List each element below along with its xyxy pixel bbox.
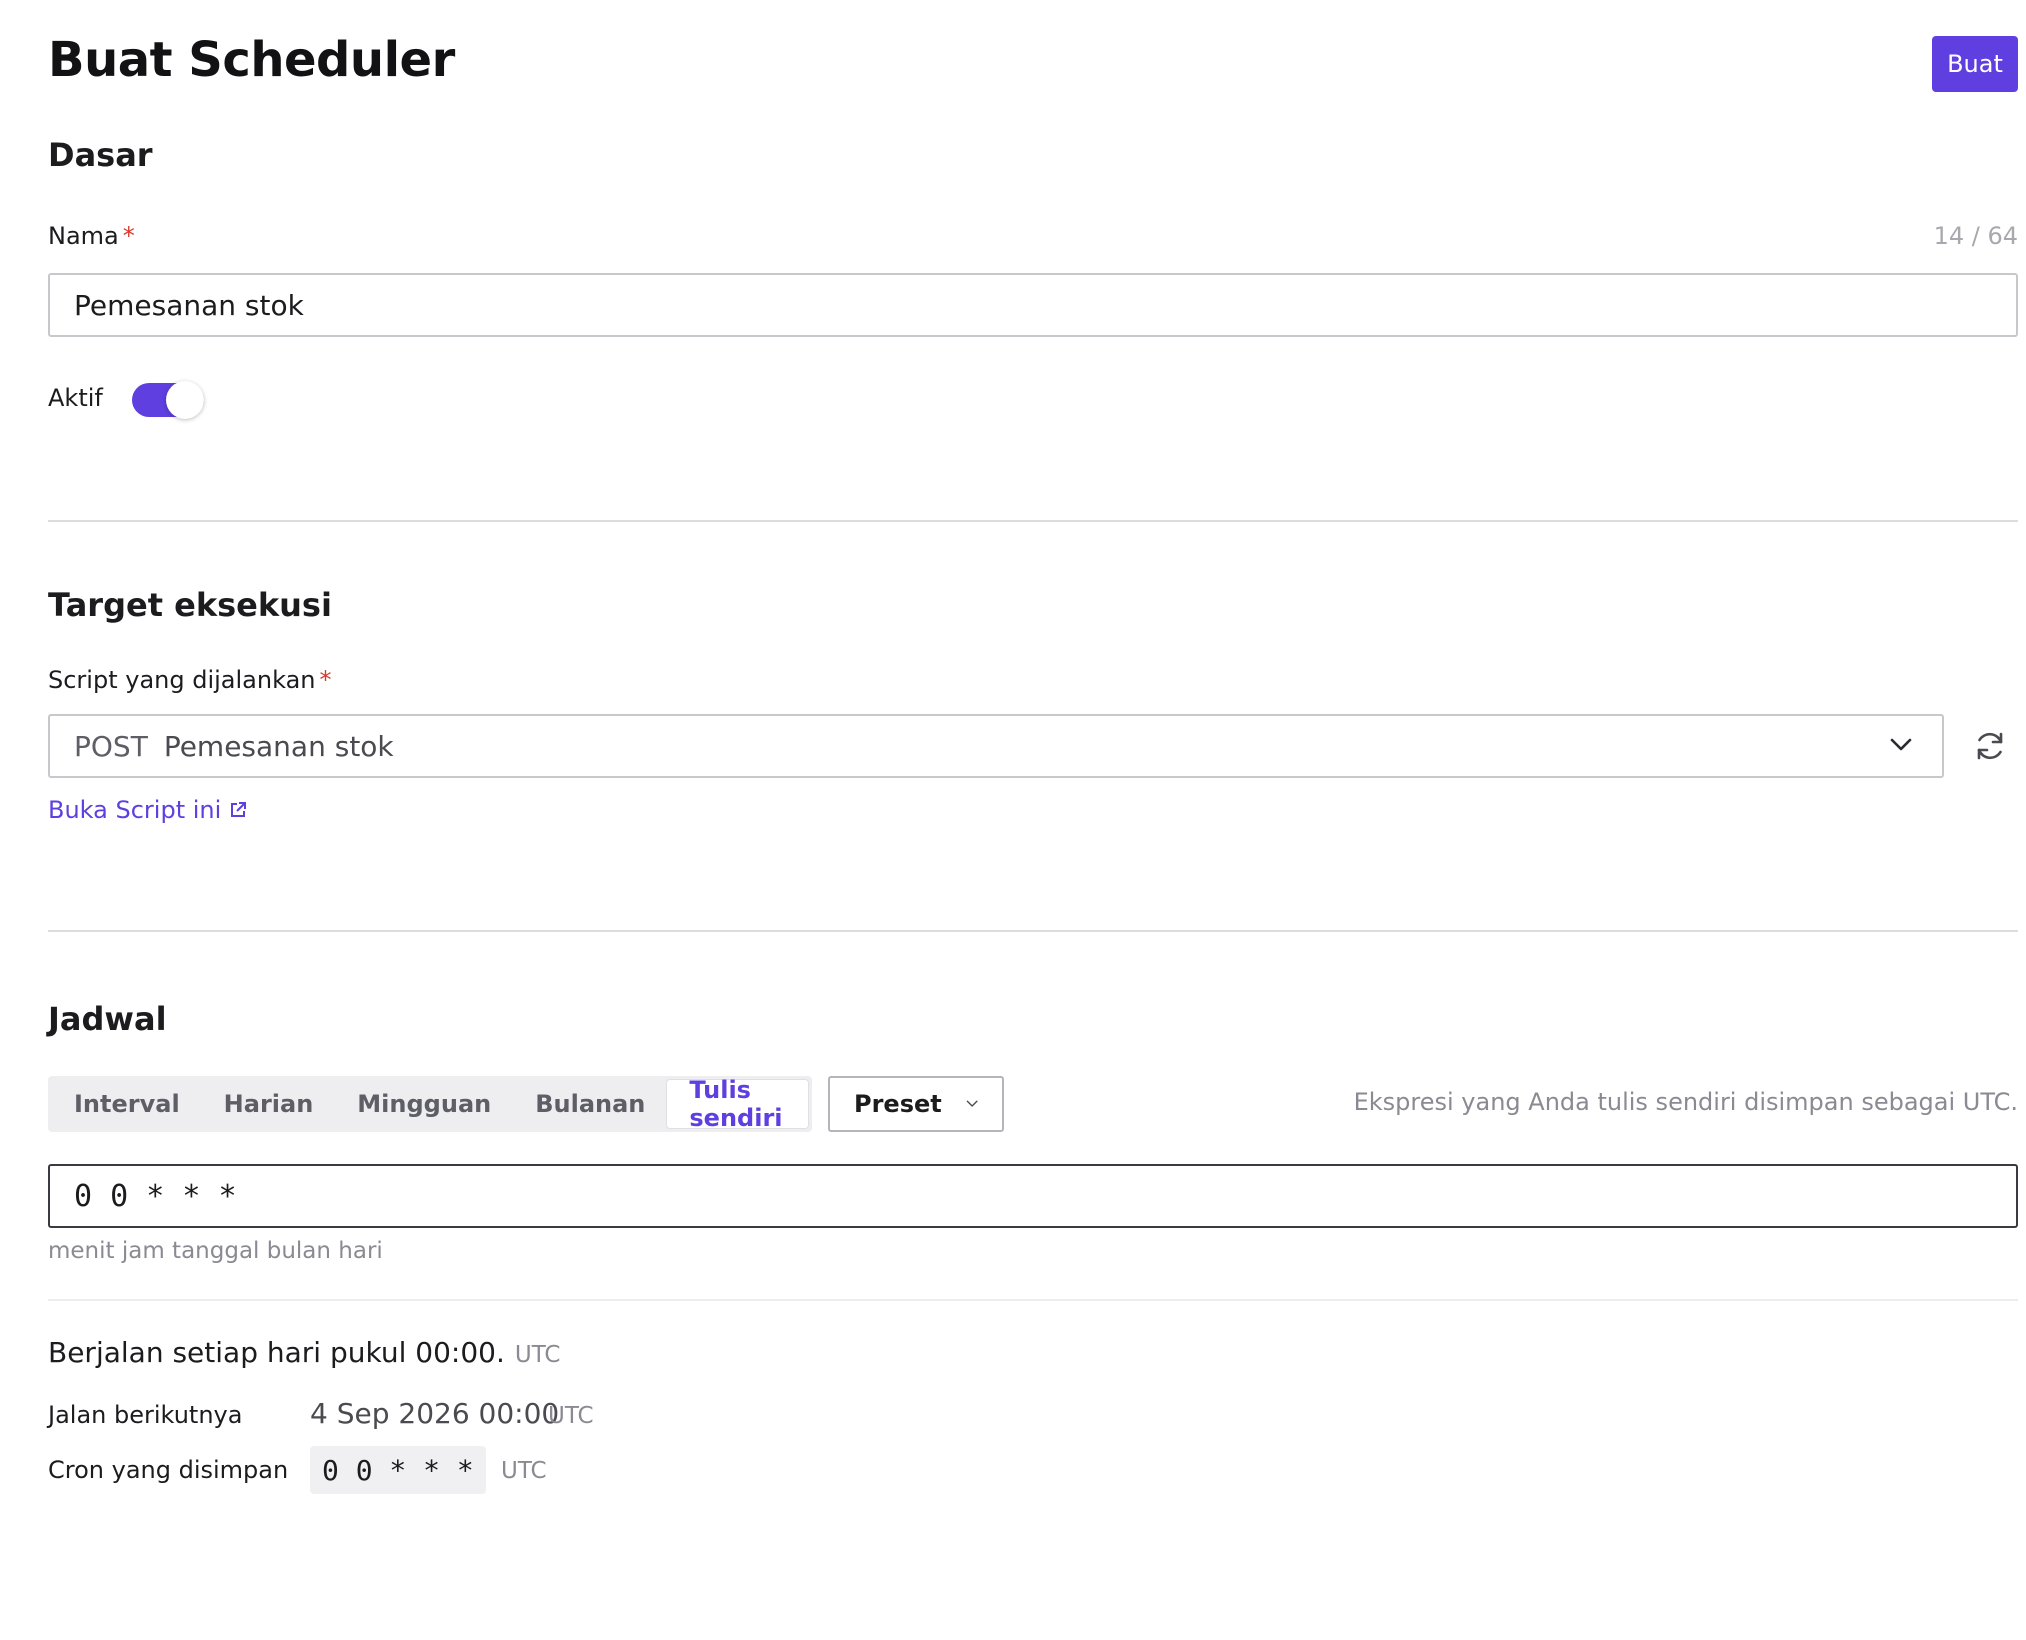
tab-interval[interactable]: Interval [52, 1080, 202, 1128]
tab-custom[interactable]: Tulis sendiri [667, 1076, 808, 1132]
section-divider [48, 520, 2018, 522]
external-link-icon [231, 802, 247, 817]
cron-expression-input[interactable]: 0 0 * * * [48, 1164, 2018, 1228]
saved-cron-value: 0 0 * * * [310, 1446, 486, 1494]
active-label: Aktif [48, 384, 103, 412]
required-mark: * [122, 222, 135, 250]
preset-dropdown[interactable]: Preset [828, 1076, 1004, 1132]
section-title-basic: Dasar [48, 136, 153, 174]
name-input[interactable]: Pemesanan stok [48, 273, 2018, 337]
open-script-link[interactable]: Buka Script ini [48, 796, 247, 824]
script-label: Script yang dijalankan * [48, 666, 331, 694]
script-select-value: Pemesanan stok [163, 729, 394, 763]
schedule-summary: Berjalan setiap hari pukul 00:00. UTC [48, 1336, 560, 1369]
script-select[interactable]: POST Pemesanan stok [48, 714, 1944, 778]
page-title: Buat Scheduler [48, 32, 455, 88]
tab-monthly[interactable]: Bulanan [513, 1080, 667, 1128]
active-toggle[interactable] [132, 381, 204, 419]
preset-label: Preset [854, 1090, 942, 1118]
saved-cron-label: Cron yang disimpan [48, 1456, 289, 1484]
summary-timezone: UTC [514, 1342, 561, 1368]
refresh-icon[interactable] [1972, 728, 2008, 764]
saved-cron-timezone: UTC [501, 1458, 547, 1484]
utc-hint: Ekspresi yang Anda tulis sendiri disimpa… [1353, 1088, 2018, 1116]
summary-divider [48, 1299, 2018, 1301]
script-label-text: Script yang dijalankan [48, 666, 316, 694]
chevron-down-icon [966, 1100, 978, 1107]
create-button[interactable]: Buat [1932, 36, 2018, 92]
name-label-text: Nama [48, 222, 119, 250]
cron-fields-hint: menit jam tanggal bulan hari [48, 1238, 383, 1264]
scheduler-form: Buat Scheduler Buat Dasar Nama * 14 / 64 … [48, 0, 2026, 1640]
tab-weekly[interactable]: Mingguan [335, 1080, 513, 1128]
next-run-value: 4 Sep 2026 00:00 [310, 1397, 560, 1430]
name-char-counter: 14 / 64 [1933, 222, 2018, 250]
schedule-summary-text: Berjalan setiap hari pukul 00:00. [48, 1336, 505, 1369]
schedule-mode-tabs: Interval Harian Mingguan Bulanan Tulis s… [48, 1076, 812, 1132]
name-label: Nama * [48, 222, 135, 250]
section-title-schedule: Jadwal [48, 1000, 167, 1038]
section-divider [48, 930, 2018, 932]
http-method-badge: POST [74, 729, 148, 763]
open-script-link-text: Buka Script ini [48, 796, 222, 824]
tab-daily[interactable]: Harian [202, 1080, 336, 1128]
toggle-knob [166, 381, 204, 419]
chevron-down-icon [1890, 738, 1912, 751]
next-run-label: Jalan berikutnya [48, 1401, 243, 1429]
required-mark: * [319, 666, 332, 694]
next-run-timezone: UTC [548, 1403, 594, 1429]
section-title-target: Target eksekusi [48, 586, 332, 624]
